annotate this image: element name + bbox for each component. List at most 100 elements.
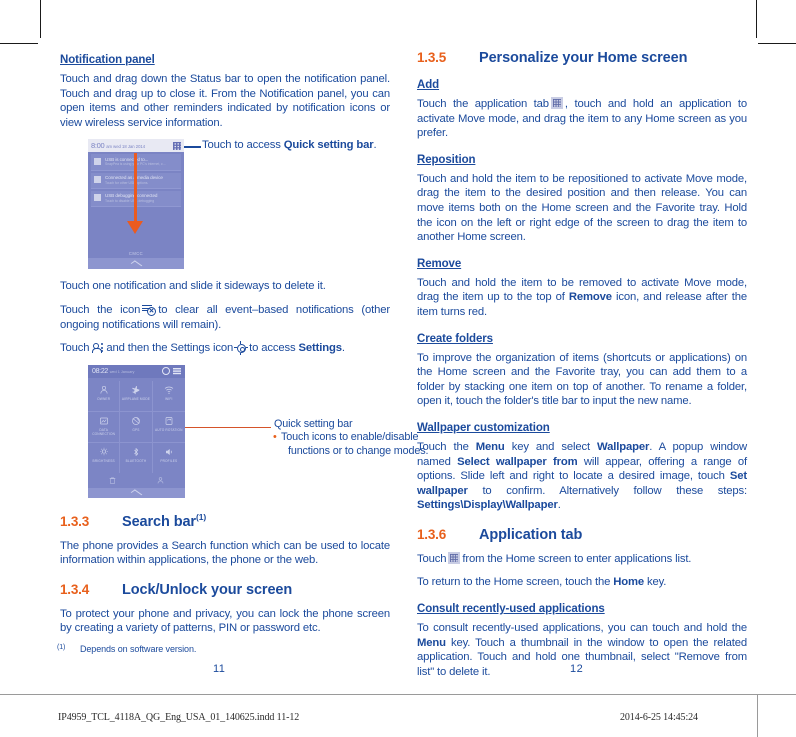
remove-heading: Remove [417, 257, 462, 270]
quick-settings-grid: OWNER AIRPLANE MODE WIFI DATA CONNECTION… [88, 378, 185, 474]
wp-b1: Menu [475, 440, 505, 453]
phone1-status-time: 8:00 am wed 18 Jan 2014 [91, 141, 145, 150]
home-key-text-b: key. [644, 576, 667, 589]
gear-icon [234, 341, 248, 355]
right-column: 1.3.5 Personalize your Home screen Add T… [417, 50, 747, 679]
figure-quick-setting-bar: 08:22 wed 1 January OWNER AIRPLANE MODE … [88, 364, 428, 498]
phone1-bottom: CMCC [88, 251, 184, 270]
drag-down-arrow-head [127, 221, 143, 235]
section-title-text: Search bar [122, 513, 196, 530]
consult-b1: Menu [417, 636, 446, 649]
section-number: 1.3.3 [60, 513, 90, 529]
add-heading-wrap: Add [417, 75, 747, 97]
phone2-bottom [88, 472, 185, 498]
quick-tile-gps[interactable]: GPS [120, 411, 153, 443]
settings-gear-icon[interactable] [162, 367, 170, 376]
section-title: Application tab [479, 526, 583, 543]
phone1-time-value: 8:00 [91, 141, 105, 151]
callout2-leader-line [185, 426, 271, 429]
quick-tile-label: AUTO ROTATION [155, 428, 183, 433]
consult-heading-wrap: Consult recently-used applications [417, 599, 747, 621]
quick-tile-label: AIRPLANE MODE [121, 397, 151, 402]
quick-tile-brightness[interactable]: BRIGHTNESS [88, 442, 121, 474]
wp-b2: Wallpaper [597, 440, 650, 453]
quick-tile-airplane-mode[interactable]: AIRPLANE MODE [120, 380, 153, 412]
application-tab-icon [550, 97, 563, 109]
section-1-3-3-paragraph: The phone provides a Search function whi… [60, 539, 390, 567]
section-heading-1-3-6: 1.3.6 Application tab [417, 527, 747, 543]
reposition-heading-wrap: Reposition [417, 150, 747, 172]
quick-settings-grid-icon[interactable] [173, 141, 181, 150]
quick-tile-bluetooth[interactable]: BLUETOOTH [120, 442, 153, 474]
home-key-bold: Home [613, 576, 644, 589]
section-heading-1-3-5: 1.3.5 Personalize your Home screen [417, 50, 747, 66]
wp-b3: Select wallpaper from [457, 455, 578, 468]
notification-subtitle: Touch to disable USB debugging [105, 198, 155, 203]
left-column: Notification panel Touch and drag down t… [60, 50, 428, 636]
section-number: 1.3.4 [60, 581, 90, 597]
application-tab-icon [448, 551, 461, 564]
reposition-heading: Reposition [417, 153, 476, 166]
section-heading-1-3-3: 1.3.3 Search bar(1) [60, 512, 390, 530]
section-title: Lock/Unlock your screen [122, 581, 293, 598]
application-tab-line1: Touch from the Home screen to enter appli… [417, 551, 747, 567]
quick-tile-label: PROFILES [160, 459, 178, 464]
quick-tile-label: BRIGHTNESS [92, 459, 115, 464]
phone1-close-bar[interactable] [88, 258, 184, 270]
drag-down-arrow-shaft [134, 153, 137, 226]
section-title: Search bar(1) [122, 512, 206, 530]
quick-settings-person-icon [91, 342, 104, 353]
wallpaper-heading-wrap: Wallpaper customization [417, 418, 747, 440]
para-settings-bold: Settings [298, 342, 343, 355]
footnote-text: Depends on software version. [80, 644, 197, 654]
create-folders-paragraph: To improve the organization of items (sh… [417, 351, 747, 408]
wifi-icon [164, 385, 174, 395]
quick-tile-owner[interactable]: OWNER [88, 380, 121, 412]
phone2-status-time: 08:22 wed 1 January [92, 368, 159, 375]
quick-tile-auto-rotation[interactable]: AUTO ROTATION [152, 412, 185, 443]
quick-tile-label: BLUETOOTH [125, 459, 147, 464]
para-access-settings: Touch and then the Settings icon to access… [60, 341, 390, 356]
usb-debug-icon [94, 194, 101, 202]
airplane-icon [131, 385, 141, 395]
callout-bold: Quick setting bar [283, 139, 374, 152]
notification-text: Connected as a media device Touch for ot… [105, 175, 178, 185]
para-settings-text-a: Touch [60, 342, 90, 355]
phone2-status-bar: 08:22 wed 1 January [88, 364, 185, 378]
wp-t1: Touch the [417, 440, 476, 453]
figure-notification-panel: 8:00 am wed 18 Jan 2014 USB is connected… [88, 139, 377, 270]
add-text-a: Touch the application tab [417, 98, 549, 110]
user-profile-icon[interactable] [156, 476, 165, 485]
quick-tile-wifi[interactable]: WIFI [152, 381, 185, 412]
wallpaper-paragraph: Touch the Menu key and select Wallpaper.… [417, 440, 747, 513]
callout-leader-line [184, 146, 201, 148]
create-folders-heading-wrap: Create folders [417, 329, 747, 351]
phone1-status-bar: 8:00 am wed 18 Jan 2014 [88, 139, 184, 153]
phone2-time-value: 08:22 [92, 367, 109, 375]
crop-mark-top-left-v [40, 0, 41, 38]
add-heading: Add [417, 79, 440, 91]
quick-tile-data-connection[interactable]: DATA CONNECTION [88, 411, 121, 443]
remove-bold: Remove [568, 291, 612, 304]
wp-b5: Settings\Display\Wallpaper [417, 499, 558, 512]
para-clear-notifications: Touch the icon to clear all event–based n… [60, 303, 390, 332]
phone2-tray-row [88, 472, 185, 488]
add-paragraph: Touch the application tab, touch and hol… [417, 97, 747, 141]
notification-list-icon[interactable] [173, 367, 181, 375]
quick-tile-label: WIFI [165, 397, 173, 402]
crop-mark-top-right-v [756, 0, 757, 38]
phone2-close-bar[interactable] [88, 487, 185, 498]
carrier-label: CMCC [128, 251, 144, 257]
brightness-icon [99, 447, 109, 457]
footnote: (1) Depends on software version. [57, 644, 196, 654]
para-settings-text-b: and then the Settings icon [106, 342, 234, 355]
callout-quick-setting-bar: Touch to access Quick setting bar. [202, 139, 377, 152]
section-title-superscript: (1) [195, 511, 207, 522]
wp-t2: key and select [504, 440, 598, 453]
quick-tile-profiles[interactable]: PROFILES [152, 443, 185, 474]
section-number: 1.3.6 [417, 526, 447, 542]
callout-suffix: . [373, 139, 377, 152]
notification-panel-heading-wrap: Notification panel [60, 50, 390, 72]
remove-heading-wrap: Remove [417, 254, 747, 276]
trash-icon[interactable] [108, 476, 117, 485]
